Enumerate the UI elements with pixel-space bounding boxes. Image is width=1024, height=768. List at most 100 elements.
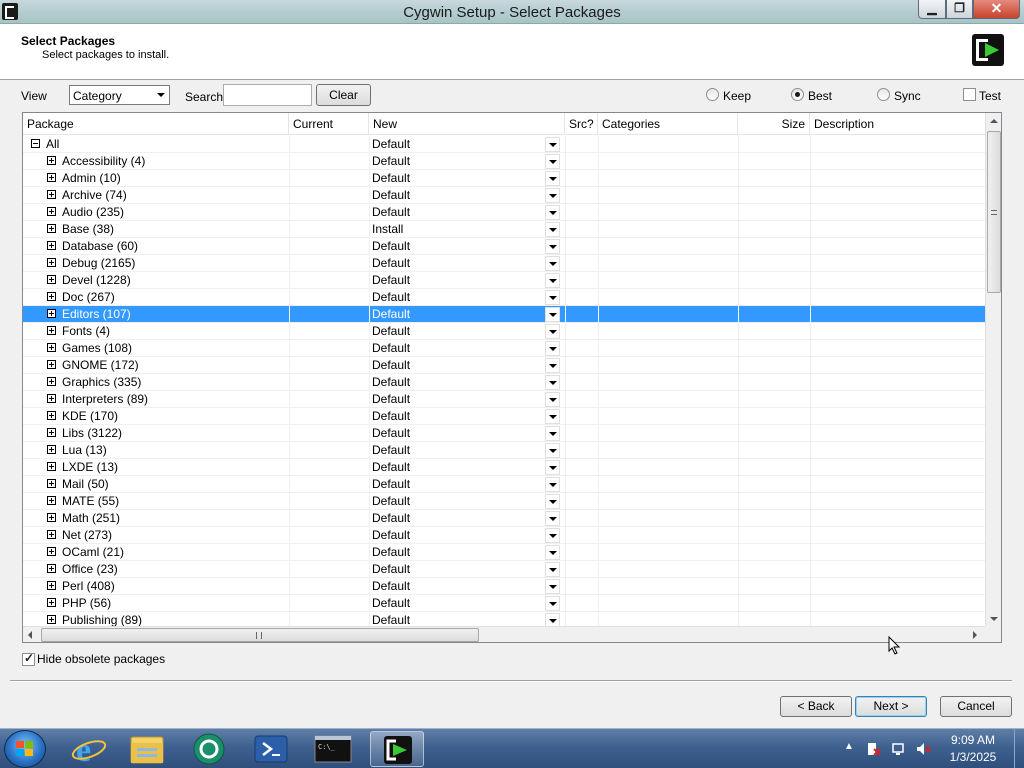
minimize-button[interactable]: ▁ <box>918 0 946 19</box>
search-input[interactable] <box>223 84 312 106</box>
taskbar-file-explorer[interactable] <box>120 731 174 767</box>
column-description[interactable]: Description <box>810 113 985 135</box>
new-action-value[interactable]: Default <box>372 578 410 595</box>
chevron-down-icon[interactable] <box>545 307 560 322</box>
package-row[interactable]: Net (273) Default <box>23 527 985 544</box>
expand-icon[interactable] <box>47 258 56 267</box>
scroll-left-icon[interactable] <box>28 631 32 639</box>
new-action-value[interactable]: Default <box>372 170 410 187</box>
chevron-down-icon[interactable] <box>545 239 560 254</box>
package-row[interactable]: MATE (55) Default <box>23 493 985 510</box>
clock-date[interactable]: 1/3/2025 <box>940 750 1006 764</box>
new-action-value[interactable]: Default <box>372 493 410 510</box>
package-row[interactable]: Games (108) Default <box>23 340 985 357</box>
column-src[interactable]: Src? <box>565 113 598 135</box>
horizontal-scroll-thumb[interactable] <box>41 628 479 642</box>
hide-obsolete-label[interactable]: Hide obsolete packages <box>37 652 165 666</box>
sync-radio[interactable] <box>877 88 890 101</box>
new-action-value[interactable]: Default <box>372 544 410 561</box>
package-row[interactable]: Devel (1228) Default <box>23 272 985 289</box>
package-row[interactable]: Interpreters (89) Default <box>23 391 985 408</box>
package-row[interactable]: Accessibility (4) Default <box>23 153 985 170</box>
new-action-value[interactable]: Default <box>372 425 410 442</box>
test-checkbox[interactable] <box>963 88 976 101</box>
column-current[interactable]: Current <box>289 113 369 135</box>
column-size[interactable]: Size <box>738 113 810 135</box>
back-button[interactable]: < Back <box>780 696 852 717</box>
test-label[interactable]: Test <box>979 89 1001 103</box>
chevron-down-icon[interactable] <box>545 222 560 237</box>
expand-icon[interactable] <box>47 564 56 573</box>
new-action-value[interactable]: Default <box>372 391 410 408</box>
volume-muted-icon[interactable] <box>915 741 931 757</box>
clock-time[interactable]: 9:09 AM <box>940 733 1006 747</box>
new-action-value[interactable]: Default <box>372 595 410 612</box>
expand-icon[interactable] <box>47 462 56 471</box>
expand-icon[interactable] <box>47 207 56 216</box>
expand-icon[interactable] <box>47 156 56 165</box>
chevron-down-icon[interactable] <box>545 137 560 152</box>
show-hidden-icons-icon[interactable]: ▲ <box>844 741 854 752</box>
best-label[interactable]: Best <box>808 89 832 103</box>
expand-icon[interactable] <box>47 173 56 182</box>
title-bar[interactable]: Cygwin Setup - Select Packages ▁ ❐ ✕ <box>0 0 1024 24</box>
new-action-value[interactable]: Default <box>372 255 410 272</box>
chevron-down-icon[interactable] <box>545 596 560 611</box>
new-action-value[interactable]: Default <box>372 306 410 323</box>
package-row[interactable]: Debug (2165) Default <box>23 255 985 272</box>
maximize-button[interactable]: ❐ <box>946 0 973 19</box>
scroll-down-icon[interactable] <box>990 617 998 621</box>
expand-icon[interactable] <box>47 377 56 386</box>
new-action-value[interactable]: Default <box>372 442 410 459</box>
expand-icon[interactable] <box>47 190 56 199</box>
new-action-value[interactable]: Default <box>372 204 410 221</box>
package-row[interactable]: LXDE (13) Default <box>23 459 985 476</box>
network-icon[interactable] <box>891 741 907 757</box>
column-categories[interactable]: Categories <box>598 113 738 135</box>
package-row[interactable]: Doc (267) Default <box>23 289 985 306</box>
chevron-down-icon[interactable] <box>545 341 560 356</box>
package-row[interactable]: Database (60) Default <box>23 238 985 255</box>
new-action-value[interactable]: Default <box>372 323 410 340</box>
new-action-value[interactable]: Default <box>372 357 410 374</box>
vertical-scrollbar[interactable] <box>985 113 1001 627</box>
chevron-down-icon[interactable] <box>545 460 560 475</box>
new-action-value[interactable]: Default <box>372 238 410 255</box>
collapse-icon[interactable] <box>31 139 40 148</box>
package-row[interactable]: Perl (408) Default <box>23 578 985 595</box>
package-row[interactable]: Admin (10) Default <box>23 170 985 187</box>
close-button[interactable]: ✕ <box>973 0 1020 19</box>
new-action-value[interactable]: Default <box>372 272 410 289</box>
new-action-value[interactable]: Install <box>372 221 403 238</box>
expand-icon[interactable] <box>47 581 56 590</box>
package-row[interactable]: Libs (3122) Default <box>23 425 985 442</box>
view-select[interactable]: Category <box>69 85 170 105</box>
expand-icon[interactable] <box>47 343 56 352</box>
chevron-down-icon[interactable] <box>545 443 560 458</box>
chevron-down-icon[interactable] <box>545 256 560 271</box>
expand-icon[interactable] <box>47 292 56 301</box>
scroll-right-icon[interactable] <box>973 631 977 639</box>
new-action-value[interactable]: Default <box>372 289 410 306</box>
chevron-down-icon[interactable] <box>545 188 560 203</box>
expand-icon[interactable] <box>47 428 56 437</box>
column-new[interactable]: New <box>369 113 565 135</box>
taskbar-command-prompt[interactable]: C:\_ <box>306 731 360 767</box>
expand-icon[interactable] <box>47 326 56 335</box>
expand-icon[interactable] <box>47 615 56 624</box>
chevron-down-icon[interactable] <box>545 477 560 492</box>
taskbar-app[interactable] <box>182 731 236 767</box>
chevron-down-icon[interactable] <box>545 511 560 526</box>
new-action-value[interactable]: Default <box>372 459 410 476</box>
package-row[interactable]: All Default <box>23 136 985 153</box>
expand-icon[interactable] <box>47 411 56 420</box>
chevron-down-icon[interactable] <box>545 375 560 390</box>
expand-icon[interactable] <box>47 360 56 369</box>
expand-icon[interactable] <box>47 309 56 318</box>
new-action-value[interactable]: Default <box>372 136 410 153</box>
show-desktop-button[interactable] <box>1014 729 1024 768</box>
taskbar-cygwin-setup[interactable] <box>370 731 424 767</box>
hide-obsolete-checkbox[interactable] <box>22 651 35 666</box>
chevron-down-icon[interactable] <box>545 392 560 407</box>
package-row[interactable]: Fonts (4) Default <box>23 323 985 340</box>
